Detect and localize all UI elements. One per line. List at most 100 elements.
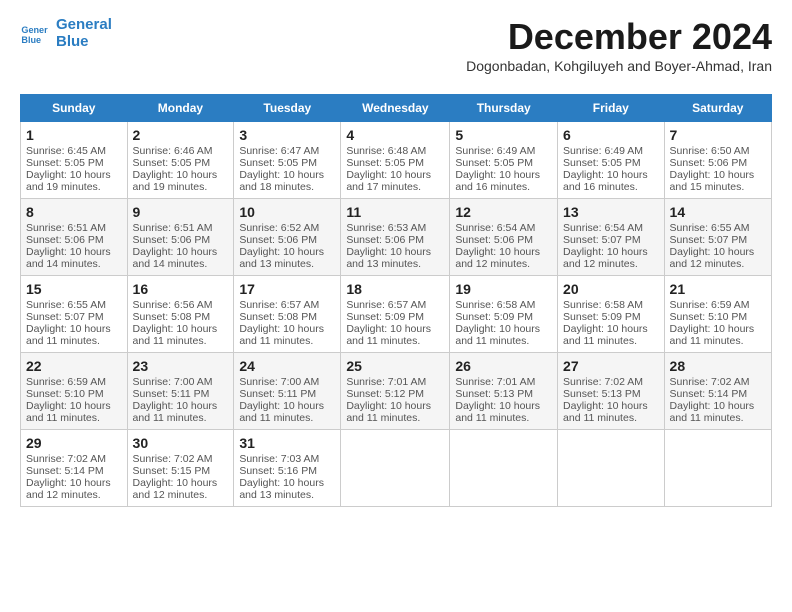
day-number: 3 xyxy=(239,127,335,143)
daylight-label: Daylight: 10 hours and 13 minutes. xyxy=(239,246,324,270)
calendar-day-empty xyxy=(558,430,665,507)
sunrise-label: Sunrise: 6:51 AM xyxy=(133,222,213,234)
sunset-label: Sunset: 5:06 PM xyxy=(133,234,211,246)
sunset-label: Sunset: 5:07 PM xyxy=(563,234,641,246)
daylight-label: Daylight: 10 hours and 18 minutes. xyxy=(239,169,324,193)
daylight-label: Daylight: 10 hours and 11 minutes. xyxy=(670,400,755,424)
weekday-header-cell: Friday xyxy=(558,95,665,122)
sunrise-label: Sunrise: 6:54 AM xyxy=(455,222,535,234)
sunset-label: Sunset: 5:13 PM xyxy=(455,388,533,400)
sunrise-label: Sunrise: 6:58 AM xyxy=(563,299,643,311)
calendar-day-empty xyxy=(341,430,450,507)
calendar-day-cell: 24 Sunrise: 7:00 AM Sunset: 5:11 PM Dayl… xyxy=(234,353,341,430)
sunset-label: Sunset: 5:14 PM xyxy=(26,465,104,477)
day-number: 9 xyxy=(133,204,229,220)
day-number: 21 xyxy=(670,281,766,297)
daylight-label: Daylight: 10 hours and 11 minutes. xyxy=(239,400,324,424)
calendar-day-cell: 19 Sunrise: 6:58 AM Sunset: 5:09 PM Dayl… xyxy=(450,276,558,353)
sunset-label: Sunset: 5:07 PM xyxy=(670,234,748,246)
calendar-day-cell: 16 Sunrise: 6:56 AM Sunset: 5:08 PM Dayl… xyxy=(127,276,234,353)
calendar-day-cell: 18 Sunrise: 6:57 AM Sunset: 5:09 PM Dayl… xyxy=(341,276,450,353)
general-blue-logo-icon: General Blue xyxy=(20,19,48,47)
sunset-label: Sunset: 5:11 PM xyxy=(239,388,316,400)
calendar-day-cell: 5 Sunrise: 6:49 AM Sunset: 5:05 PM Dayli… xyxy=(450,122,558,199)
weekday-header-cell: Thursday xyxy=(450,95,558,122)
daylight-label: Daylight: 10 hours and 11 minutes. xyxy=(26,400,111,424)
sunrise-label: Sunrise: 7:02 AM xyxy=(133,453,213,465)
day-number: 20 xyxy=(563,281,659,297)
calendar-week-row: 22 Sunrise: 6:59 AM Sunset: 5:10 PM Dayl… xyxy=(21,353,772,430)
daylight-label: Daylight: 10 hours and 16 minutes. xyxy=(563,169,648,193)
calendar-day-cell: 8 Sunrise: 6:51 AM Sunset: 5:06 PM Dayli… xyxy=(21,199,128,276)
calendar-day-cell: 10 Sunrise: 6:52 AM Sunset: 5:06 PM Dayl… xyxy=(234,199,341,276)
svg-text:Blue: Blue xyxy=(21,35,41,45)
day-number: 4 xyxy=(346,127,444,143)
day-number: 25 xyxy=(346,358,444,374)
weekday-header-row: SundayMondayTuesdayWednesdayThursdayFrid… xyxy=(21,95,772,122)
calendar-day-cell: 22 Sunrise: 6:59 AM Sunset: 5:10 PM Dayl… xyxy=(21,353,128,430)
daylight-label: Daylight: 10 hours and 13 minutes. xyxy=(239,477,324,501)
daylight-label: Daylight: 10 hours and 13 minutes. xyxy=(346,246,431,270)
day-number: 10 xyxy=(239,204,335,220)
daylight-label: Daylight: 10 hours and 11 minutes. xyxy=(455,323,540,347)
sunset-label: Sunset: 5:12 PM xyxy=(346,388,424,400)
sunset-label: Sunset: 5:09 PM xyxy=(346,311,424,323)
day-number: 26 xyxy=(455,358,552,374)
daylight-label: Daylight: 10 hours and 11 minutes. xyxy=(455,400,540,424)
daylight-label: Daylight: 10 hours and 16 minutes. xyxy=(455,169,540,193)
sunset-label: Sunset: 5:16 PM xyxy=(239,465,317,477)
calendar-day-cell: 25 Sunrise: 7:01 AM Sunset: 5:12 PM Dayl… xyxy=(341,353,450,430)
sunrise-label: Sunrise: 6:51 AM xyxy=(26,222,106,234)
sunrise-label: Sunrise: 6:54 AM xyxy=(563,222,643,234)
day-number: 11 xyxy=(346,204,444,220)
calendar-day-cell: 13 Sunrise: 6:54 AM Sunset: 5:07 PM Dayl… xyxy=(558,199,665,276)
calendar-day-cell: 26 Sunrise: 7:01 AM Sunset: 5:13 PM Dayl… xyxy=(450,353,558,430)
daylight-label: Daylight: 10 hours and 11 minutes. xyxy=(133,323,218,347)
sunrise-label: Sunrise: 6:57 AM xyxy=(239,299,319,311)
sunrise-label: Sunrise: 6:50 AM xyxy=(670,145,750,157)
sunset-label: Sunset: 5:09 PM xyxy=(563,311,641,323)
calendar-week-row: 15 Sunrise: 6:55 AM Sunset: 5:07 PM Dayl… xyxy=(21,276,772,353)
day-number: 12 xyxy=(455,204,552,220)
day-number: 29 xyxy=(26,435,122,451)
weekday-header-cell: Tuesday xyxy=(234,95,341,122)
sunrise-label: Sunrise: 7:02 AM xyxy=(670,376,750,388)
sunset-label: Sunset: 5:05 PM xyxy=(346,157,424,169)
daylight-label: Daylight: 10 hours and 11 minutes. xyxy=(133,400,218,424)
day-number: 17 xyxy=(239,281,335,297)
sunset-label: Sunset: 5:06 PM xyxy=(455,234,533,246)
sunrise-label: Sunrise: 7:02 AM xyxy=(26,453,106,465)
sunrise-label: Sunrise: 6:49 AM xyxy=(455,145,535,157)
calendar-day-cell: 14 Sunrise: 6:55 AM Sunset: 5:07 PM Dayl… xyxy=(664,199,771,276)
day-number: 13 xyxy=(563,204,659,220)
calendar-day-empty xyxy=(664,430,771,507)
sunrise-label: Sunrise: 6:55 AM xyxy=(26,299,106,311)
daylight-label: Daylight: 10 hours and 11 minutes. xyxy=(346,323,431,347)
daylight-label: Daylight: 10 hours and 11 minutes. xyxy=(346,400,431,424)
sunset-label: Sunset: 5:05 PM xyxy=(563,157,641,169)
svg-text:General: General xyxy=(21,25,48,35)
sunrise-label: Sunrise: 6:45 AM xyxy=(26,145,106,157)
sunset-label: Sunset: 5:08 PM xyxy=(133,311,211,323)
day-number: 18 xyxy=(346,281,444,297)
day-number: 8 xyxy=(26,204,122,220)
calendar-day-empty xyxy=(450,430,558,507)
daylight-label: Daylight: 10 hours and 12 minutes. xyxy=(26,477,111,501)
calendar-day-cell: 21 Sunrise: 6:59 AM Sunset: 5:10 PM Dayl… xyxy=(664,276,771,353)
daylight-label: Daylight: 10 hours and 11 minutes. xyxy=(239,323,324,347)
daylight-label: Daylight: 10 hours and 12 minutes. xyxy=(670,246,755,270)
calendar-day-cell: 1 Sunrise: 6:45 AM Sunset: 5:05 PM Dayli… xyxy=(21,122,128,199)
calendar-table: SundayMondayTuesdayWednesdayThursdayFrid… xyxy=(20,94,772,507)
calendar-day-cell: 11 Sunrise: 6:53 AM Sunset: 5:06 PM Dayl… xyxy=(341,199,450,276)
sunset-label: Sunset: 5:06 PM xyxy=(26,234,104,246)
sunrise-label: Sunrise: 6:53 AM xyxy=(346,222,426,234)
sunset-label: Sunset: 5:06 PM xyxy=(670,157,748,169)
calendar-day-cell: 23 Sunrise: 7:00 AM Sunset: 5:11 PM Dayl… xyxy=(127,353,234,430)
day-number: 15 xyxy=(26,281,122,297)
sunset-label: Sunset: 5:05 PM xyxy=(239,157,317,169)
sunrise-label: Sunrise: 7:03 AM xyxy=(239,453,319,465)
sunset-label: Sunset: 5:11 PM xyxy=(133,388,210,400)
sunrise-label: Sunrise: 7:01 AM xyxy=(346,376,426,388)
sunset-label: Sunset: 5:06 PM xyxy=(239,234,317,246)
sunset-label: Sunset: 5:07 PM xyxy=(26,311,104,323)
